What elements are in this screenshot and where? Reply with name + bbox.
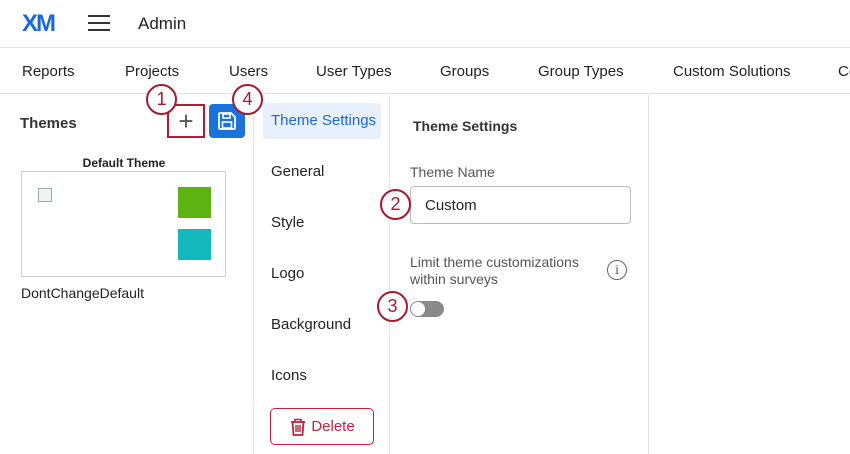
tab-co[interactable]: Co [838, 63, 850, 80]
callout-2: 2 [380, 189, 411, 220]
top-bar: XM Admin [0, 0, 850, 48]
admin-nav: Reports Projects Users User Types Groups… [0, 49, 850, 94]
menu-item-background[interactable]: Background [271, 316, 351, 333]
tab-users[interactable]: Users [229, 63, 268, 80]
theme-settings-panel: Theme Settings Theme Name Limit theme cu… [391, 95, 649, 454]
menu-item-logo[interactable]: Logo [271, 265, 304, 282]
callout-3: 3 [377, 291, 408, 322]
tab-user-types[interactable]: User Types [316, 63, 392, 80]
menu-item-theme-settings[interactable]: Theme Settings [263, 103, 381, 139]
tab-groups[interactable]: Groups [440, 63, 489, 80]
delete-button[interactable]: Delete [270, 408, 374, 445]
themes-heading: Themes [20, 115, 77, 132]
tab-reports[interactable]: Reports [22, 63, 75, 80]
tab-group-types[interactable]: Group Types [538, 63, 624, 80]
toggle-knob [411, 302, 425, 316]
theme-name-input[interactable] [410, 186, 631, 224]
theme-name-field-label: Theme Name [410, 164, 495, 180]
settings-heading: Theme Settings [413, 118, 518, 134]
save-icon [218, 112, 236, 130]
limit-customizations-label: Limit theme customizations within survey… [410, 254, 579, 287]
tab-projects[interactable]: Projects [125, 63, 179, 80]
primary-color-swatch [178, 187, 211, 218]
tab-custom-solutions[interactable]: Custom Solutions [673, 63, 791, 80]
menu-item-icons[interactable]: Icons [271, 367, 307, 384]
default-theme-label: Default Theme [82, 156, 166, 170]
callout-4: 4 [232, 84, 263, 115]
broken-image-icon [38, 188, 52, 202]
menu-item-style[interactable]: Style [271, 214, 304, 231]
xm-logo[interactable]: XM [22, 10, 56, 38]
menu-item-general[interactable]: General [271, 163, 324, 180]
info-icon[interactable]: i [607, 260, 627, 280]
limit-customizations-toggle[interactable] [410, 301, 444, 317]
themes-panel: Themes + Default Theme DontChangeDefault [0, 95, 254, 454]
trash-icon [291, 418, 306, 436]
page-title: Admin [138, 14, 187, 33]
theme-name-label[interactable]: DontChangeDefault [21, 285, 144, 301]
callout-1: 1 [146, 84, 177, 115]
theme-preview-card[interactable] [21, 171, 226, 277]
secondary-color-swatch [178, 229, 211, 260]
hamburger-menu-icon[interactable] [88, 15, 110, 31]
delete-label: Delete [311, 418, 355, 435]
settings-menu: Theme Settings General Style Logo Backgr… [254, 95, 390, 454]
